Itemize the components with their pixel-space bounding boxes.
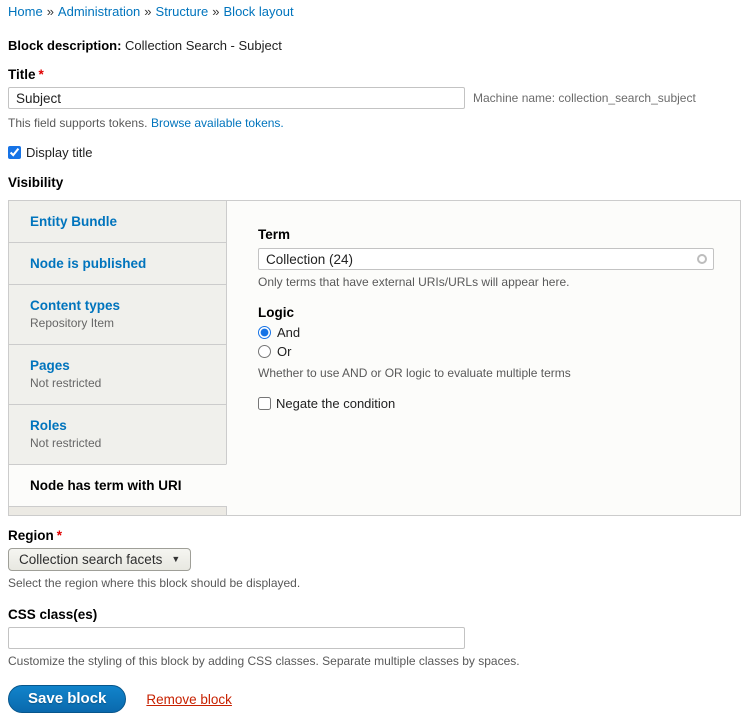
display-title-label[interactable]: Display title	[26, 145, 92, 160]
tab-content-types[interactable]: Content types Repository Item	[8, 284, 227, 344]
tab-label: Node is published	[30, 255, 216, 272]
vertical-tabs-menu: Entity Bundle Node is published Content …	[8, 200, 227, 516]
block-description-value: Collection Search - Subject	[125, 38, 282, 53]
term-label: Term	[258, 227, 714, 242]
logic-and-radio[interactable]	[258, 326, 271, 339]
tab-entity-bundle[interactable]: Entity Bundle	[8, 200, 227, 242]
negate-condition-checkbox[interactable]	[258, 397, 271, 410]
region-select[interactable]: Collection search facets ▼	[8, 548, 191, 571]
tab-node-is-published[interactable]: Node is published	[8, 242, 227, 284]
region-help-text: Select the region where this block shoul…	[8, 576, 741, 590]
title-label-text: Title	[8, 67, 36, 82]
breadcrumb-link-block-layout[interactable]: Block layout	[224, 4, 294, 19]
required-marker: *	[39, 67, 44, 82]
remove-block-link[interactable]: Remove block	[146, 692, 232, 707]
logic-and-label[interactable]: And	[277, 325, 300, 340]
breadcrumb-link-home[interactable]: Home	[8, 4, 43, 19]
tokens-help-text: This field supports tokens.	[8, 116, 147, 130]
logic-label: Logic	[258, 305, 714, 320]
logic-or-radio[interactable]	[258, 345, 271, 358]
machine-name-value: collection_search_subject	[558, 91, 695, 105]
chevron-down-icon: ▼	[171, 554, 180, 564]
breadcrumb-link-structure[interactable]: Structure	[156, 4, 209, 19]
region-field-group: Region* Collection search facets ▼ Selec…	[8, 528, 741, 590]
tab-label: Entity Bundle	[30, 213, 216, 230]
block-description: Block description: Collection Search - S…	[8, 38, 741, 53]
visibility-heading: Visibility	[8, 175, 741, 190]
tab-clipped-next[interactable]	[8, 506, 227, 516]
region-label-text: Region	[8, 528, 54, 543]
logic-field-group: Logic And Or Whether to use AND or OR lo…	[258, 305, 714, 380]
tab-summary: Repository Item	[30, 315, 216, 332]
node-has-term-pane: Term Only terms that have external URIs/…	[226, 200, 741, 516]
region-selected-value: Collection search facets	[19, 552, 162, 567]
save-block-button[interactable]: Save block	[8, 685, 126, 713]
visibility-vertical-tabs: Entity Bundle Node is published Content …	[8, 200, 741, 516]
css-classes-input[interactable]	[8, 627, 465, 649]
machine-name: Machine name: collection_search_subject	[473, 91, 696, 105]
breadcrumb-link-administration[interactable]: Administration	[58, 4, 140, 19]
tab-node-has-term-with-uri[interactable]: Node has term with URI	[8, 464, 227, 506]
tab-label: Roles	[30, 417, 216, 434]
tab-label: Content types	[30, 297, 216, 314]
logic-or-label[interactable]: Or	[277, 344, 291, 359]
display-title-group: Display title	[8, 145, 741, 160]
term-help-text: Only terms that have external URIs/URLs …	[258, 275, 714, 289]
breadcrumb-separator: »	[144, 4, 151, 19]
negate-condition-group: Negate the condition	[258, 396, 714, 411]
browse-tokens-link[interactable]: Browse available tokens.	[151, 116, 284, 130]
region-label: Region*	[8, 528, 741, 543]
machine-name-label: Machine name:	[473, 91, 555, 105]
tab-roles[interactable]: Roles Not restricted	[8, 404, 227, 464]
title-input[interactable]	[8, 87, 465, 109]
title-field-group: Title* Machine name: collection_search_s…	[8, 67, 741, 130]
breadcrumb-separator: »	[47, 4, 54, 19]
display-title-checkbox[interactable]	[8, 146, 21, 159]
block-description-label: Block description:	[8, 38, 121, 53]
logic-help-text: Whether to use AND or OR logic to evalua…	[258, 366, 714, 380]
term-autocomplete-input[interactable]	[258, 248, 714, 270]
tab-label: Pages	[30, 357, 216, 374]
tab-label: Node has term with URI	[30, 477, 216, 494]
tab-summary: Not restricted	[30, 375, 216, 392]
tab-pages[interactable]: Pages Not restricted	[8, 344, 227, 404]
breadcrumb-separator: »	[212, 4, 219, 19]
required-marker: *	[57, 528, 62, 543]
tab-summary: Not restricted	[30, 435, 216, 452]
form-actions: Save block Remove block	[8, 685, 741, 713]
title-label: Title*	[8, 67, 741, 82]
negate-condition-label[interactable]: Negate the condition	[276, 396, 395, 411]
autocomplete-status-icon	[697, 254, 707, 264]
css-classes-help-text: Customize the styling of this block by a…	[8, 654, 741, 668]
css-classes-field-group: CSS class(es) Customize the styling of t…	[8, 607, 741, 668]
css-classes-label: CSS class(es)	[8, 607, 741, 622]
breadcrumb: Home»Administration»Structure»Block layo…	[8, 4, 741, 19]
term-field-group: Term Only terms that have external URIs/…	[258, 227, 714, 289]
